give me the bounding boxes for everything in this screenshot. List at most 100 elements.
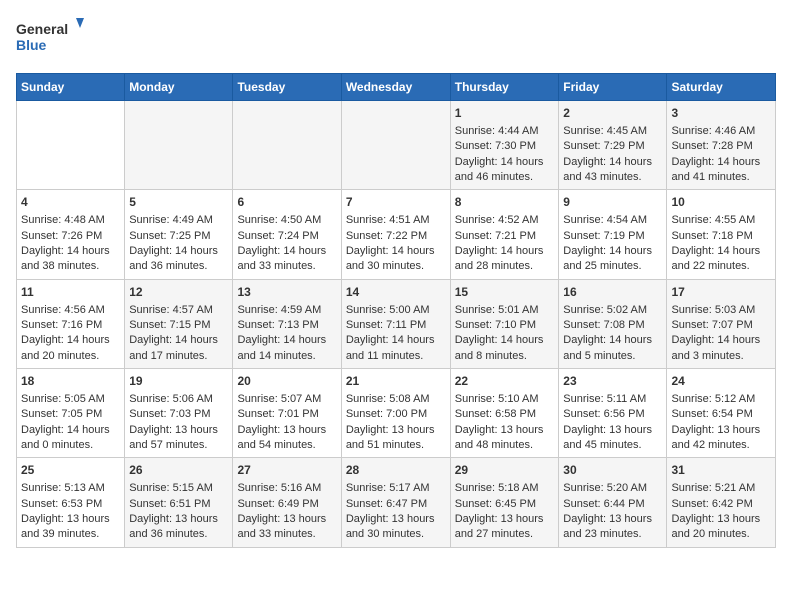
calendar-cell xyxy=(233,101,341,190)
calendar-cell: 2Sunrise: 4:45 AMSunset: 7:29 PMDaylight… xyxy=(559,101,667,190)
day-number: 8 xyxy=(455,194,555,211)
day-info: Daylight: 14 hours and 28 minutes. xyxy=(455,244,555,275)
day-info: Daylight: 13 hours and 54 minutes. xyxy=(237,423,336,454)
calendar-cell: 25Sunrise: 5:13 AMSunset: 6:53 PMDayligh… xyxy=(17,458,125,547)
day-info: Sunrise: 5:08 AM xyxy=(346,392,446,407)
calendar-cell: 21Sunrise: 5:08 AMSunset: 7:00 PMDayligh… xyxy=(341,369,450,458)
calendar-cell: 8Sunrise: 4:52 AMSunset: 7:21 PMDaylight… xyxy=(450,190,559,279)
day-info: Daylight: 14 hours and 46 minutes. xyxy=(455,155,555,186)
day-info: Sunset: 7:13 PM xyxy=(237,318,336,333)
calendar-cell: 22Sunrise: 5:10 AMSunset: 6:58 PMDayligh… xyxy=(450,369,559,458)
day-info: Sunset: 7:11 PM xyxy=(346,318,446,333)
day-number: 15 xyxy=(455,284,555,301)
day-info: Sunrise: 5:16 AM xyxy=(237,481,336,496)
day-info: Daylight: 14 hours and 17 minutes. xyxy=(129,333,228,364)
calendar-cell: 30Sunrise: 5:20 AMSunset: 6:44 PMDayligh… xyxy=(559,458,667,547)
day-info: Sunrise: 4:57 AM xyxy=(129,303,228,318)
calendar-cell xyxy=(341,101,450,190)
day-number: 19 xyxy=(129,373,228,390)
day-info: Sunrise: 5:11 AM xyxy=(563,392,662,407)
day-info: Daylight: 13 hours and 36 minutes. xyxy=(129,512,228,543)
day-info: Daylight: 14 hours and 0 minutes. xyxy=(21,423,120,454)
day-info: Sunrise: 5:02 AM xyxy=(563,303,662,318)
day-number: 23 xyxy=(563,373,662,390)
day-info: Sunrise: 5:10 AM xyxy=(455,392,555,407)
calendar-cell: 23Sunrise: 5:11 AMSunset: 6:56 PMDayligh… xyxy=(559,369,667,458)
day-info: Sunrise: 5:17 AM xyxy=(346,481,446,496)
day-info: Sunset: 6:45 PM xyxy=(455,497,555,512)
day-info: Sunset: 6:44 PM xyxy=(563,497,662,512)
logo: General Blue xyxy=(16,16,86,61)
day-info: Sunrise: 4:49 AM xyxy=(129,213,228,228)
calendar-cell: 29Sunrise: 5:18 AMSunset: 6:45 PMDayligh… xyxy=(450,458,559,547)
day-number: 3 xyxy=(671,105,771,122)
day-info: Daylight: 14 hours and 33 minutes. xyxy=(237,244,336,275)
day-info: Daylight: 13 hours and 42 minutes. xyxy=(671,423,771,454)
calendar-cell: 6Sunrise: 4:50 AMSunset: 7:24 PMDaylight… xyxy=(233,190,341,279)
calendar-cell: 9Sunrise: 4:54 AMSunset: 7:19 PMDaylight… xyxy=(559,190,667,279)
day-info: Daylight: 14 hours and 5 minutes. xyxy=(563,333,662,364)
day-number: 24 xyxy=(671,373,771,390)
day-info: Sunset: 6:56 PM xyxy=(563,407,662,422)
day-info: Sunrise: 4:45 AM xyxy=(563,124,662,139)
day-info: Sunrise: 4:59 AM xyxy=(237,303,336,318)
day-info: Daylight: 14 hours and 11 minutes. xyxy=(346,333,446,364)
day-number: 26 xyxy=(129,462,228,479)
calendar-cell: 26Sunrise: 5:15 AMSunset: 6:51 PMDayligh… xyxy=(125,458,233,547)
day-info: Daylight: 14 hours and 14 minutes. xyxy=(237,333,336,364)
day-info: Sunrise: 5:00 AM xyxy=(346,303,446,318)
day-info: Sunset: 7:18 PM xyxy=(671,229,771,244)
day-info: Daylight: 14 hours and 41 minutes. xyxy=(671,155,771,186)
day-info: Sunrise: 5:20 AM xyxy=(563,481,662,496)
day-number: 1 xyxy=(455,105,555,122)
day-info: Sunrise: 5:18 AM xyxy=(455,481,555,496)
day-number: 11 xyxy=(21,284,120,301)
calendar-cell: 1Sunrise: 4:44 AMSunset: 7:30 PMDaylight… xyxy=(450,101,559,190)
calendar-cell: 12Sunrise: 4:57 AMSunset: 7:15 PMDayligh… xyxy=(125,279,233,368)
day-info: Sunset: 7:15 PM xyxy=(129,318,228,333)
day-info: Sunset: 7:01 PM xyxy=(237,407,336,422)
day-info: Sunset: 6:49 PM xyxy=(237,497,336,512)
day-number: 29 xyxy=(455,462,555,479)
calendar-cell: 31Sunrise: 5:21 AMSunset: 6:42 PMDayligh… xyxy=(667,458,776,547)
col-header-wednesday: Wednesday xyxy=(341,74,450,101)
day-info: Sunset: 7:10 PM xyxy=(455,318,555,333)
day-info: Sunset: 7:03 PM xyxy=(129,407,228,422)
day-number: 21 xyxy=(346,373,446,390)
svg-text:General: General xyxy=(16,21,68,37)
calendar-cell: 4Sunrise: 4:48 AMSunset: 7:26 PMDaylight… xyxy=(17,190,125,279)
day-info: Daylight: 13 hours and 30 minutes. xyxy=(346,512,446,543)
day-number: 17 xyxy=(671,284,771,301)
day-number: 18 xyxy=(21,373,120,390)
calendar-cell: 5Sunrise: 4:49 AMSunset: 7:25 PMDaylight… xyxy=(125,190,233,279)
day-number: 31 xyxy=(671,462,771,479)
day-info: Daylight: 14 hours and 38 minutes. xyxy=(21,244,120,275)
day-info: Sunset: 7:19 PM xyxy=(563,229,662,244)
calendar-cell: 11Sunrise: 4:56 AMSunset: 7:16 PMDayligh… xyxy=(17,279,125,368)
day-info: Sunset: 7:22 PM xyxy=(346,229,446,244)
day-info: Daylight: 14 hours and 20 minutes. xyxy=(21,333,120,364)
day-info: Sunrise: 5:15 AM xyxy=(129,481,228,496)
day-info: Sunset: 7:16 PM xyxy=(21,318,120,333)
day-number: 7 xyxy=(346,194,446,211)
day-info: Daylight: 13 hours and 39 minutes. xyxy=(21,512,120,543)
day-info: Sunrise: 4:54 AM xyxy=(563,213,662,228)
day-info: Daylight: 13 hours and 48 minutes. xyxy=(455,423,555,454)
day-number: 5 xyxy=(129,194,228,211)
col-header-tuesday: Tuesday xyxy=(233,74,341,101)
calendar-cell: 14Sunrise: 5:00 AMSunset: 7:11 PMDayligh… xyxy=(341,279,450,368)
day-info: Daylight: 14 hours and 30 minutes. xyxy=(346,244,446,275)
day-info: Sunset: 6:58 PM xyxy=(455,407,555,422)
day-info: Sunset: 6:42 PM xyxy=(671,497,771,512)
day-number: 9 xyxy=(563,194,662,211)
day-info: Daylight: 13 hours and 23 minutes. xyxy=(563,512,662,543)
day-info: Sunset: 7:21 PM xyxy=(455,229,555,244)
day-info: Sunrise: 4:55 AM xyxy=(671,213,771,228)
day-info: Sunrise: 5:12 AM xyxy=(671,392,771,407)
day-info: Sunrise: 4:46 AM xyxy=(671,124,771,139)
calendar-cell: 18Sunrise: 5:05 AMSunset: 7:05 PMDayligh… xyxy=(17,369,125,458)
col-header-saturday: Saturday xyxy=(667,74,776,101)
calendar-cell: 10Sunrise: 4:55 AMSunset: 7:18 PMDayligh… xyxy=(667,190,776,279)
page-header: General Blue xyxy=(16,16,776,61)
day-number: 28 xyxy=(346,462,446,479)
